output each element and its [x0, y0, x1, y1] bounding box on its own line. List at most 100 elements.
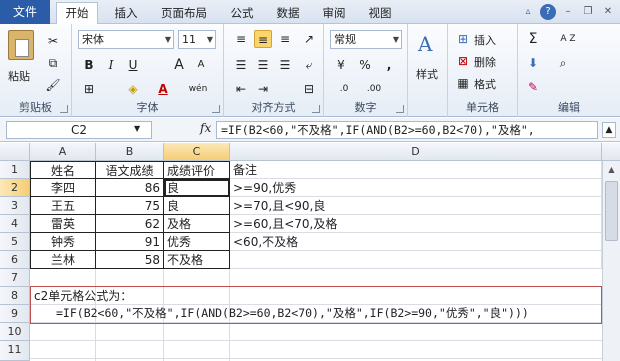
row-header[interactable]: 10	[0, 323, 30, 341]
cell-b3[interactable]: 75	[96, 197, 164, 215]
align-top-icon[interactable]: ≡	[232, 30, 250, 48]
column-header-a[interactable]: A	[30, 143, 96, 161]
clear-icon[interactable]: ✎	[524, 78, 542, 96]
cell-c6[interactable]: 不及格	[164, 251, 230, 269]
tab-page-layout[interactable]: 页面布局	[152, 3, 216, 24]
clipboard-launcher-icon[interactable]	[60, 105, 68, 113]
scroll-up-icon[interactable]: ▲	[605, 163, 618, 177]
align-left-icon[interactable]: ☰	[232, 56, 250, 74]
shrink-font-button[interactable]: A	[192, 56, 210, 74]
wrap-text-icon[interactable]: ⤶	[300, 56, 318, 74]
italic-button[interactable]: I	[102, 56, 120, 74]
column-header-b[interactable]: B	[96, 143, 164, 161]
format-painter-icon[interactable]: 🖌	[44, 76, 62, 94]
restore-icon[interactable]: ❐	[580, 4, 596, 20]
row-header[interactable]: 8	[0, 287, 30, 305]
cell-d1[interactable]: 备注	[230, 161, 602, 179]
cell-d3[interactable]: >=70,且<90,良	[230, 197, 602, 215]
row-header[interactable]: 5	[0, 233, 30, 251]
cell-d4[interactable]: >=60,且<70,及格	[230, 215, 602, 233]
decrease-indent-icon[interactable]: ⇤	[232, 80, 250, 98]
currency-icon[interactable]: ¥	[332, 56, 350, 74]
tab-formulas[interactable]: 公式	[224, 3, 260, 24]
cell-c5[interactable]: 优秀	[164, 233, 230, 251]
borders-icon[interactable]: ⊞	[80, 80, 98, 98]
tab-data[interactable]: 数据	[270, 3, 306, 24]
cell-a3[interactable]: 王五	[30, 197, 96, 215]
insert-function-button[interactable]: fx	[200, 121, 211, 135]
tab-home[interactable]: 开始	[56, 2, 98, 25]
align-center-icon[interactable]: ☰	[254, 56, 272, 74]
minimize-icon[interactable]: –	[560, 4, 576, 20]
increase-decimal-button[interactable]: .0	[332, 80, 356, 98]
font-name-combo[interactable]: 宋体 ▼	[78, 30, 174, 49]
row-header[interactable]: 6	[0, 251, 30, 269]
font-color-button[interactable]: A	[154, 80, 172, 98]
cell-c1[interactable]: 成绩评价	[164, 161, 230, 179]
tab-review[interactable]: 审阅	[316, 3, 352, 24]
align-right-icon[interactable]: ☰	[276, 56, 294, 74]
cell-b4[interactable]: 62	[96, 215, 164, 233]
tab-insert[interactable]: 插入	[106, 3, 146, 24]
alignment-launcher-icon[interactable]	[312, 105, 320, 113]
row-header[interactable]: 2	[0, 179, 30, 197]
column-header-d[interactable]: D	[230, 143, 602, 161]
scrollbar-thumb[interactable]	[605, 181, 618, 241]
delete-cells-button[interactable]: 删除	[474, 54, 496, 70]
cell-b5[interactable]: 91	[96, 233, 164, 251]
increase-indent-icon[interactable]: ⇥	[254, 80, 272, 98]
row-header[interactable]: 1	[0, 161, 30, 179]
cell-a6[interactable]: 兰林	[30, 251, 96, 269]
grow-font-button[interactable]: A	[170, 56, 188, 74]
merge-center-icon[interactable]: ⊟	[300, 80, 318, 98]
phonetic-button[interactable]: wén	[184, 80, 212, 98]
comma-style-button[interactable]: ,	[380, 56, 398, 74]
fill-color-icon[interactable]: ◈	[124, 80, 142, 98]
number-launcher-icon[interactable]	[396, 105, 404, 113]
styles-button[interactable]: 样式	[416, 66, 438, 82]
cell-d5[interactable]: <60,不及格	[230, 233, 602, 251]
insert-cells-button[interactable]: 插入	[474, 32, 496, 48]
collapse-ribbon-icon[interactable]: ▵	[520, 4, 536, 20]
cell-c4[interactable]: 及格	[164, 215, 230, 233]
fill-icon[interactable]: ⬇	[524, 54, 542, 72]
decrease-decimal-button[interactable]: .00	[360, 80, 388, 98]
row-header[interactable]: 4	[0, 215, 30, 233]
row-header[interactable]: 7	[0, 269, 30, 287]
align-bottom-icon[interactable]: ≡	[276, 30, 294, 48]
format-cells-button[interactable]: 格式	[474, 76, 496, 92]
tab-view[interactable]: 视图	[362, 3, 398, 24]
underline-button[interactable]: U	[124, 56, 142, 74]
format-cells-icon[interactable]: ▦	[454, 74, 472, 92]
styles-icon[interactable]: A	[418, 32, 438, 56]
copy-icon[interactable]: ⧉	[44, 54, 62, 72]
row-header[interactable]: 9	[0, 305, 30, 323]
row-header[interactable]: 3	[0, 197, 30, 215]
column-header-c[interactable]: C	[164, 143, 230, 161]
cell-b2[interactable]: 86	[96, 179, 164, 197]
cell-a2[interactable]: 李四	[30, 179, 96, 197]
font-size-combo[interactable]: 11 ▼	[178, 30, 216, 49]
paste-icon[interactable]	[8, 30, 34, 60]
cell-d6[interactable]	[230, 251, 602, 269]
cell-c3[interactable]: 良	[164, 197, 230, 215]
delete-cells-icon[interactable]: ⊠	[454, 52, 472, 70]
cell-d2[interactable]: >=90,优秀	[230, 179, 602, 197]
close-icon[interactable]: ✕	[600, 4, 616, 20]
vertical-scrollbar[interactable]: ▲	[602, 161, 620, 361]
percent-button[interactable]: %	[356, 56, 374, 74]
expand-formula-bar-icon[interactable]: ▲	[602, 122, 616, 138]
chevron-down-icon[interactable]: ▼	[134, 124, 140, 133]
cell-b1[interactable]: 语文成绩	[96, 161, 164, 179]
cell-a5[interactable]: 钟秀	[30, 233, 96, 251]
insert-cells-icon[interactable]: ⊞	[454, 30, 472, 48]
bold-button[interactable]: B	[80, 56, 98, 74]
paste-button[interactable]: 粘贴	[8, 68, 30, 84]
cell-b6[interactable]: 58	[96, 251, 164, 269]
help-icon[interactable]: ?	[540, 4, 556, 20]
cut-icon[interactable]: ✂	[44, 32, 62, 50]
align-middle-icon[interactable]: ≡	[254, 30, 272, 48]
autosum-button[interactable]: Σ	[524, 30, 542, 48]
find-select-icon[interactable]: ⌕	[554, 54, 572, 72]
row-header[interactable]: 11	[0, 341, 30, 361]
